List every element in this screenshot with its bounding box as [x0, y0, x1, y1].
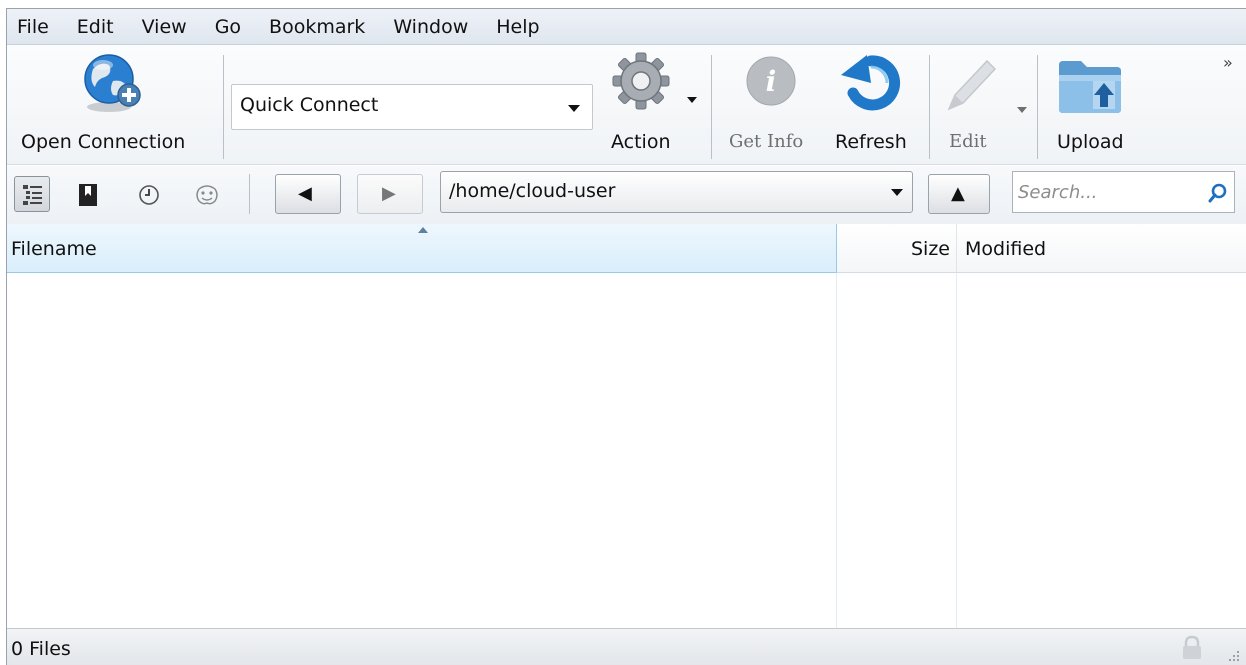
menu-go[interactable]: Go	[213, 14, 243, 40]
sort-ascending-icon	[418, 227, 428, 233]
quick-connect-value: Quick Connect	[240, 94, 379, 116]
back-arrow-icon: ◀	[298, 183, 312, 204]
edit-dropdown-caret	[1017, 107, 1027, 113]
refresh-button[interactable]: Refresh	[825, 49, 921, 161]
column-header-label: Modified	[965, 238, 1047, 260]
column-header-modified[interactable]: Modified	[957, 224, 1246, 273]
toolbar-separator	[1037, 55, 1038, 159]
upload-button[interactable]: Upload	[1047, 49, 1145, 161]
forward-button[interactable]: ▶	[357, 174, 423, 214]
navigation-bar: ◀ ▶ /home/cloud-user ▲	[7, 166, 1246, 224]
menu-help[interactable]: Help	[494, 14, 541, 40]
search-icon[interactable]	[1207, 182, 1229, 204]
browser-view-icon	[23, 185, 42, 205]
get-info-label: Get Info	[729, 131, 804, 152]
toolbar-separator	[711, 55, 712, 159]
refresh-icon	[841, 55, 900, 111]
globe-add-icon	[84, 54, 141, 112]
forward-arrow-icon: ▶	[382, 183, 396, 204]
svg-text:i: i	[766, 65, 777, 98]
current-path: /home/cloud-user	[449, 180, 616, 202]
column-header-label: Size	[910, 238, 950, 260]
status-bar: 0 Files	[7, 628, 1246, 665]
column-header-filename[interactable]: Filename	[7, 224, 837, 273]
edit-button[interactable]: Edit	[935, 49, 1033, 161]
lock-icon	[1183, 635, 1201, 659]
toolbar-overflow-icon[interactable]: »	[1223, 53, 1233, 72]
path-dropdown[interactable]: /home/cloud-user	[440, 171, 913, 213]
history-icon[interactable]	[137, 183, 161, 207]
search-input[interactable]	[1018, 178, 1198, 206]
column-divider	[956, 273, 957, 628]
search-field[interactable]	[1012, 171, 1235, 213]
toolbar-separator	[223, 55, 224, 159]
menu-bookmark[interactable]: Bookmark	[267, 14, 367, 40]
column-header-size[interactable]: Size	[837, 224, 957, 273]
info-icon: i	[746, 56, 796, 106]
bookmarks-icon[interactable]	[77, 182, 101, 208]
navbar-separator	[249, 174, 250, 214]
gear-icon	[612, 52, 670, 110]
menu-file[interactable]: File	[15, 14, 51, 40]
status-file-count: 0 Files	[11, 638, 71, 660]
refresh-label: Refresh	[835, 131, 907, 153]
chevron-down-icon	[891, 189, 903, 196]
action-label: Action	[611, 131, 671, 153]
quick-connect-dropdown[interactable]: Quick Connect	[231, 84, 593, 130]
main-toolbar: Open Connection Quick Connect Action i G…	[7, 45, 1246, 165]
open-connection-button[interactable]: Open Connection	[13, 49, 209, 161]
column-header-label: Filename	[11, 238, 97, 260]
browser-view-button[interactable]	[14, 176, 50, 212]
action-button[interactable]: Action	[601, 49, 701, 161]
open-connection-label: Open Connection	[21, 131, 186, 153]
menu-view[interactable]: View	[140, 14, 189, 40]
resize-grip-icon[interactable]	[1225, 647, 1241, 663]
menu-window[interactable]: Window	[391, 14, 470, 40]
action-dropdown-caret	[687, 97, 697, 103]
upload-folder-icon	[1059, 61, 1121, 113]
up-arrow-icon: ▲	[951, 183, 965, 204]
chevron-down-icon	[568, 105, 580, 112]
file-list[interactable]: Filename Size Modified	[7, 224, 1246, 628]
menu-bar: File Edit View Go Bookmark Window Help	[7, 9, 1246, 45]
bonjour-icon[interactable]	[193, 181, 221, 209]
column-divider	[836, 273, 837, 628]
menu-edit[interactable]: Edit	[75, 14, 116, 40]
edit-label: Edit	[949, 131, 987, 152]
toolbar-separator	[929, 55, 930, 159]
get-info-button[interactable]: i Get Info	[723, 49, 817, 161]
pencil-icon	[947, 59, 997, 111]
upload-label: Upload	[1057, 131, 1124, 153]
app-window: File Edit View Go Bookmark Window Help O…	[6, 8, 1246, 665]
back-button[interactable]: ◀	[275, 174, 341, 214]
parent-directory-button[interactable]: ▲	[928, 174, 990, 214]
